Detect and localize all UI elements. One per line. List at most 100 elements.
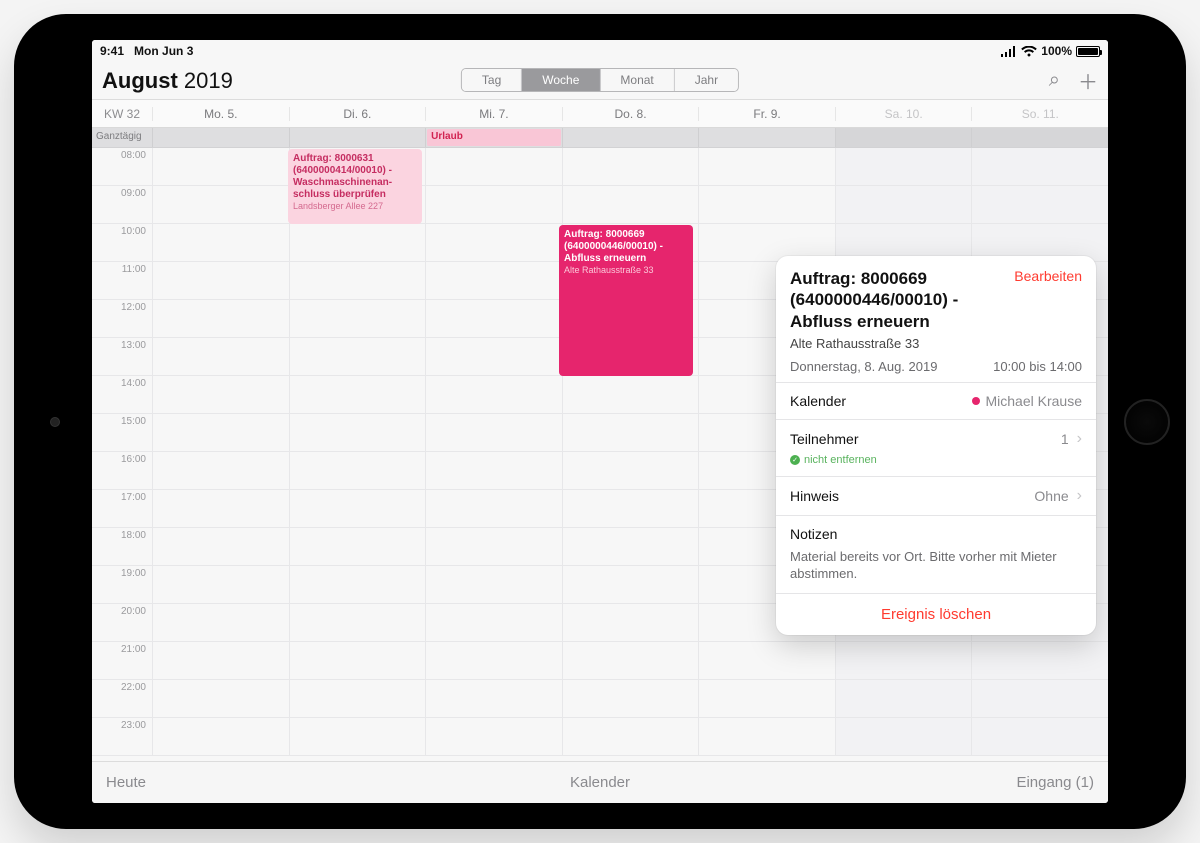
day-thu[interactable]: Do. 8. bbox=[562, 107, 699, 121]
hour-cell[interactable] bbox=[152, 680, 289, 717]
hour-cell[interactable] bbox=[425, 642, 562, 679]
hour-cell[interactable] bbox=[152, 490, 289, 527]
hour-cell[interactable] bbox=[425, 376, 562, 413]
hour-cell[interactable] bbox=[152, 566, 289, 603]
hour-cell[interactable] bbox=[425, 300, 562, 337]
hour-cell[interactable] bbox=[289, 680, 426, 717]
hour-cell[interactable] bbox=[835, 186, 972, 223]
hour-cell[interactable] bbox=[425, 262, 562, 299]
edit-button[interactable]: Bearbeiten bbox=[1014, 268, 1082, 284]
hour-cell[interactable] bbox=[971, 718, 1108, 755]
inbox-button[interactable]: Eingang (1) bbox=[1016, 774, 1094, 791]
allday-sat[interactable] bbox=[835, 128, 972, 147]
hour-cell[interactable] bbox=[835, 642, 972, 679]
hour-cell[interactable] bbox=[289, 604, 426, 641]
hour-cell[interactable] bbox=[289, 566, 426, 603]
hour-cell[interactable] bbox=[971, 642, 1108, 679]
hour-cell[interactable] bbox=[152, 414, 289, 451]
hour-cell[interactable] bbox=[425, 186, 562, 223]
hour-cell[interactable] bbox=[562, 528, 699, 565]
hour-cell[interactable] bbox=[562, 148, 699, 185]
hour-cell[interactable] bbox=[152, 604, 289, 641]
hour-cell[interactable] bbox=[562, 376, 699, 413]
calendars-button[interactable]: Kalender bbox=[570, 774, 630, 791]
hour-cell[interactable] bbox=[971, 148, 1108, 185]
hour-cell[interactable] bbox=[289, 490, 426, 527]
hour-cell[interactable] bbox=[152, 148, 289, 185]
seg-year[interactable]: Jahr bbox=[675, 69, 738, 91]
hour-cell[interactable] bbox=[152, 528, 289, 565]
hour-cell[interactable] bbox=[562, 414, 699, 451]
hour-cell[interactable] bbox=[425, 718, 562, 755]
hour-cell[interactable] bbox=[425, 680, 562, 717]
event-8000631[interactable]: Auftrag: 8000631 (6400000414/00010) - Wa… bbox=[288, 149, 422, 224]
allday-fri[interactable] bbox=[698, 128, 835, 147]
hour-cell[interactable] bbox=[698, 186, 835, 223]
participants-row[interactable]: Teilnehmer 1 › ✓ nicht entfernen bbox=[776, 419, 1096, 476]
hour-cell[interactable] bbox=[425, 490, 562, 527]
allday-wed[interactable]: Urlaub bbox=[425, 128, 562, 147]
hour-cell[interactable] bbox=[289, 262, 426, 299]
today-button[interactable]: Heute bbox=[106, 774, 146, 791]
day-fri[interactable]: Fr. 9. bbox=[698, 107, 835, 121]
hour-cell[interactable] bbox=[562, 186, 699, 223]
day-tue[interactable]: Di. 6. bbox=[289, 107, 426, 121]
add-icon[interactable]: ＋ bbox=[1078, 66, 1098, 95]
allday-tue[interactable] bbox=[289, 128, 426, 147]
hour-cell[interactable] bbox=[289, 224, 426, 261]
hint-row[interactable]: Hinweis Ohne › bbox=[776, 476, 1096, 515]
hour-cell[interactable] bbox=[562, 680, 699, 717]
hour-cell[interactable] bbox=[289, 452, 426, 489]
hour-cell[interactable] bbox=[698, 718, 835, 755]
hour-cell[interactable] bbox=[289, 338, 426, 375]
hour-cell[interactable] bbox=[152, 224, 289, 261]
calendar-grid[interactable]: 08:0009:0010:0011:0012:0013:0014:0015:00… bbox=[92, 148, 1108, 760]
hour-cell[interactable] bbox=[425, 528, 562, 565]
hour-cell[interactable] bbox=[152, 338, 289, 375]
hour-cell[interactable] bbox=[425, 224, 562, 261]
hour-cell[interactable] bbox=[562, 642, 699, 679]
hour-cell[interactable] bbox=[152, 452, 289, 489]
hour-cell[interactable] bbox=[289, 642, 426, 679]
hour-cell[interactable] bbox=[425, 148, 562, 185]
allday-sun[interactable] bbox=[971, 128, 1108, 147]
hour-cell[interactable] bbox=[289, 300, 426, 337]
hour-cell[interactable] bbox=[425, 338, 562, 375]
hour-cell[interactable] bbox=[562, 566, 699, 603]
delete-event-button[interactable]: Ereignis löschen bbox=[776, 593, 1096, 635]
day-mon[interactable]: Mo. 5. bbox=[152, 107, 289, 121]
day-sat[interactable]: Sa. 10. bbox=[835, 107, 972, 121]
hour-cell[interactable] bbox=[152, 262, 289, 299]
hour-cell[interactable] bbox=[289, 718, 426, 755]
allday-thu[interactable] bbox=[562, 128, 699, 147]
hour-cell[interactable] bbox=[562, 490, 699, 527]
hour-cell[interactable] bbox=[425, 566, 562, 603]
hour-cell[interactable] bbox=[835, 148, 972, 185]
hour-cell[interactable] bbox=[289, 528, 426, 565]
hour-cell[interactable] bbox=[152, 376, 289, 413]
hour-cell[interactable] bbox=[152, 642, 289, 679]
hour-cell[interactable] bbox=[289, 414, 426, 451]
hour-cell[interactable] bbox=[425, 414, 562, 451]
day-sun[interactable]: So. 11. bbox=[971, 107, 1108, 121]
hour-cell[interactable] bbox=[971, 680, 1108, 717]
hour-cell[interactable] bbox=[698, 148, 835, 185]
allday-event-urlaub[interactable]: Urlaub bbox=[427, 129, 561, 146]
hour-cell[interactable] bbox=[562, 604, 699, 641]
calendar-row[interactable]: Kalender Michael Krause bbox=[776, 382, 1096, 419]
hour-cell[interactable] bbox=[562, 452, 699, 489]
event-8000669[interactable]: Auftrag: 8000669 (6400000446/00010) - Ab… bbox=[559, 225, 693, 376]
day-wed[interactable]: Mi. 7. bbox=[425, 107, 562, 121]
hour-cell[interactable] bbox=[425, 604, 562, 641]
hour-cell[interactable] bbox=[152, 186, 289, 223]
hour-cell[interactable] bbox=[152, 300, 289, 337]
seg-week[interactable]: Woche bbox=[522, 69, 600, 91]
seg-month[interactable]: Monat bbox=[600, 69, 674, 91]
hour-cell[interactable] bbox=[698, 680, 835, 717]
search-icon[interactable]: ⌕ bbox=[1049, 69, 1060, 92]
hour-cell[interactable] bbox=[698, 642, 835, 679]
hour-cell[interactable] bbox=[289, 376, 426, 413]
hour-cell[interactable] bbox=[971, 186, 1108, 223]
seg-day[interactable]: Tag bbox=[462, 69, 522, 91]
hour-cell[interactable] bbox=[835, 718, 972, 755]
